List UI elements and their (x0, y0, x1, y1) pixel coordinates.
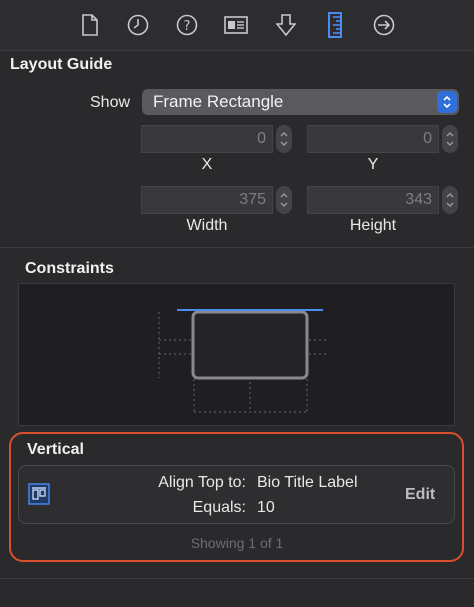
equals-value: 10 (257, 499, 275, 516)
size-inspector-icon[interactable] (323, 12, 347, 38)
layout-guide-title: Layout Guide (10, 56, 113, 73)
y-field-value: 0 (423, 130, 432, 147)
x-field[interactable]: 0 (141, 125, 273, 153)
height-field-value: 343 (405, 191, 432, 208)
show-select-value: Frame Rectangle (153, 92, 284, 111)
showing-count: Showing 1 of 1 (190, 535, 284, 551)
align-top-key: Align Top to: (158, 474, 246, 491)
vertical-title: Vertical (27, 441, 84, 458)
align-top-value: Bio Title Label (257, 474, 358, 491)
show-select[interactable]: Frame Rectangle (142, 89, 459, 115)
connections-inspector-icon[interactable] (372, 13, 396, 37)
width-field[interactable]: 375 (141, 186, 273, 214)
width-stepper[interactable] (276, 186, 292, 214)
constraints-diagram (18, 283, 455, 426)
show-label: Show (90, 94, 131, 111)
history-inspector-icon[interactable] (126, 13, 150, 37)
width-label: Width (186, 217, 228, 234)
x-label: X (201, 156, 213, 173)
svg-text:?: ? (184, 19, 191, 34)
y-label: Y (367, 156, 379, 173)
width-field-value: 375 (239, 191, 266, 208)
edit-button[interactable]: Edit (405, 486, 435, 504)
inspector-toolbar: ? (0, 0, 474, 51)
x-field-value: 0 (257, 130, 266, 147)
section-divider (0, 247, 474, 248)
attributes-inspector-icon[interactable] (274, 13, 298, 37)
x-stepper[interactable] (276, 125, 292, 153)
height-label: Height (349, 217, 397, 234)
chevron-up-down-icon (437, 91, 457, 113)
file-inspector-icon[interactable] (78, 13, 102, 37)
quick-help-icon[interactable]: ? (175, 13, 199, 37)
constraints-title: Constraints (25, 260, 114, 277)
y-field[interactable]: 0 (307, 125, 439, 153)
equals-key: Equals: (192, 499, 246, 516)
height-field[interactable]: 343 (307, 186, 439, 214)
height-stepper[interactable] (442, 186, 458, 214)
identity-inspector-icon[interactable] (224, 13, 248, 37)
y-stepper[interactable] (442, 125, 458, 153)
bottom-divider (0, 578, 474, 579)
align-top-constraint-icon (28, 483, 50, 505)
